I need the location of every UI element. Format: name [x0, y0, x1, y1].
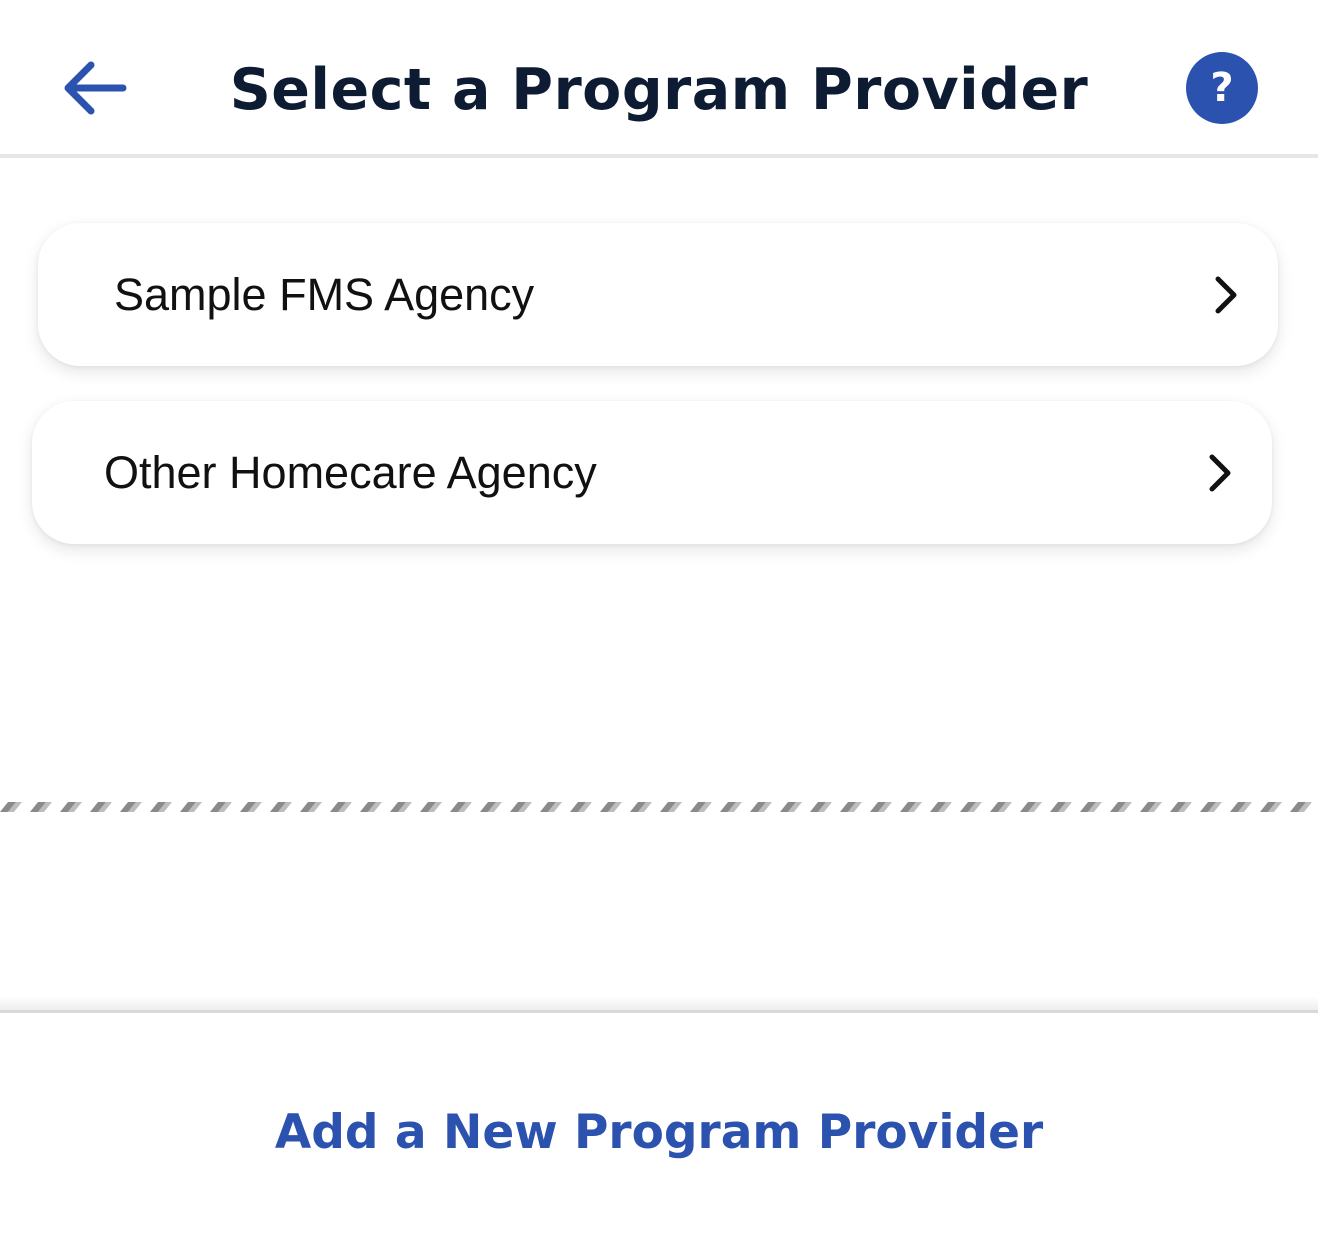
header-divider: [0, 154, 1318, 158]
arrow-left-icon: [64, 61, 127, 115]
question-mark-icon: ?: [1210, 65, 1234, 111]
bottom-action-bar: Add a New Program Provider: [0, 1013, 1318, 1252]
help-button[interactable]: ?: [1186, 52, 1258, 124]
provider-item-other-homecare-agency[interactable]: Other Homecare Agency: [32, 401, 1272, 544]
provider-item-label: Sample FMS Agency: [114, 269, 535, 320]
top-app-bar: Select a Program Provider ?: [0, 0, 1318, 155]
chevron-right-icon: [1209, 454, 1231, 492]
chevron-right-icon: [1215, 276, 1237, 314]
back-button[interactable]: [56, 52, 132, 124]
provider-item-sample-fms-agency[interactable]: Sample FMS Agency: [38, 223, 1278, 366]
provider-item-label: Other Homecare Agency: [104, 447, 597, 498]
page-title: Select a Program Provider: [229, 57, 1089, 123]
torn-edge-divider: [0, 790, 1318, 820]
add-program-provider-button[interactable]: Add a New Program Provider: [0, 1103, 1318, 1163]
